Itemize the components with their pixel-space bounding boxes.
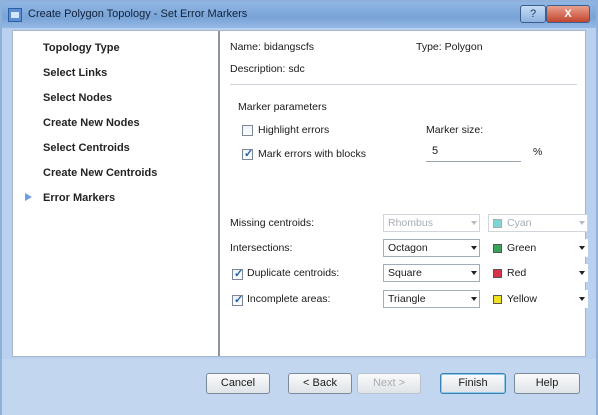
incomplete-areas-label[interactable]: Incomplete areas: [247, 293, 330, 305]
duplicate-centroids-shape-select[interactable]: Square [383, 264, 480, 282]
marker-parameters-label: Marker parameters [238, 101, 327, 113]
missing-centroids-color-value: Cyan [507, 217, 532, 229]
help-title-button[interactable]: ? [520, 5, 546, 23]
back-button[interactable]: < Back [288, 373, 352, 394]
app-icon [8, 8, 22, 22]
intersections-shape-select[interactable]: Octagon [383, 239, 480, 257]
description-info: Description: sdc [230, 63, 305, 75]
incomplete-areas-checkbox[interactable] [232, 293, 243, 306]
finish-button[interactable]: Finish [440, 373, 506, 394]
highlight-errors-checkbox[interactable] [242, 125, 253, 136]
step-select-centroids[interactable]: Select Centroids [43, 142, 130, 154]
help-button[interactable]: Help [514, 373, 580, 394]
step-topology-type[interactable]: Topology Type [43, 42, 120, 54]
step-select-nodes[interactable]: Select Nodes [43, 92, 112, 104]
separator [230, 84, 577, 85]
steps-list: Topology Type Select Links Select Nodes … [13, 31, 218, 356]
close-button[interactable]: X [546, 5, 590, 23]
marker-size-label: Marker size: [426, 124, 484, 136]
marker-size-value[interactable]: 5 [432, 145, 438, 157]
cyan-swatch-icon [493, 219, 502, 228]
duplicate-centroids-checkbox[interactable] [232, 267, 243, 280]
step-error-markers[interactable]: Error Markers [43, 192, 115, 204]
current-step-arrow-icon [25, 193, 32, 201]
intersections-color-select[interactable]: Green [488, 239, 588, 257]
duplicate-centroids-label[interactable]: Duplicate centroids: [247, 267, 339, 279]
incomplete-areas-shape-select[interactable]: Triangle [383, 290, 480, 308]
incomplete-areas-color-select[interactable]: Yellow [488, 290, 588, 308]
step-create-new-nodes[interactable]: Create New Nodes [43, 117, 140, 129]
cancel-button[interactable]: Cancel [206, 373, 270, 394]
wizard-content: Topology Type Select Links Select Nodes … [12, 30, 588, 357]
marker-size-underline [426, 161, 521, 162]
name-info: Name: bidangscfs [230, 41, 315, 53]
chevron-down-icon [471, 221, 477, 225]
type-info: Type: Polygon [416, 41, 483, 53]
chevron-down-icon [579, 271, 585, 275]
chevron-down-icon [471, 297, 477, 301]
next-button[interactable]: Next > [357, 373, 421, 394]
incomplete-areas-color-value: Yellow [507, 293, 537, 305]
duplicate-centroids-shape-value: Square [388, 267, 422, 279]
chevron-down-icon [579, 246, 585, 250]
red-swatch-icon [493, 269, 502, 278]
green-swatch-icon [493, 244, 502, 253]
chevron-down-icon [579, 297, 585, 301]
duplicate-centroids-color-select[interactable]: Red [488, 264, 588, 282]
chevron-down-icon [579, 221, 585, 225]
duplicate-centroids-color-value: Red [507, 267, 527, 279]
chevron-down-icon [471, 271, 477, 275]
title-bar[interactable]: Create Polygon Topology - Set Error Mark… [2, 2, 596, 28]
missing-centroids-color-select[interactable]: Cyan [488, 214, 588, 232]
settings-panel: Name: bidangscfs Type: Polygon Descripti… [220, 31, 588, 356]
intersections-shape-value: Octagon [388, 242, 428, 254]
marker-size-unit: % [533, 146, 543, 158]
missing-centroids-shape-value: Rhombus [388, 217, 433, 229]
yellow-swatch-icon [493, 295, 502, 304]
intersections-label: Intersections: [230, 242, 293, 254]
incomplete-areas-shape-value: Triangle [388, 293, 426, 305]
highlight-errors-label[interactable]: Highlight errors [258, 124, 329, 136]
window-title: Create Polygon Topology - Set Error Mark… [28, 8, 248, 20]
missing-centroids-label: Missing centroids: [230, 217, 315, 229]
missing-centroids-shape-select[interactable]: Rhombus [383, 214, 480, 232]
mark-with-blocks-checkbox[interactable] [242, 147, 253, 160]
chevron-down-icon [471, 246, 477, 250]
step-create-new-centroids[interactable]: Create New Centroids [43, 167, 157, 179]
intersections-color-value: Green [507, 242, 537, 254]
dialog-window: Create Polygon Topology - Set Error Mark… [0, 0, 598, 415]
button-bar: Cancel < Back Next > Finish Help [2, 359, 596, 415]
mark-with-blocks-label[interactable]: Mark errors with blocks [258, 148, 366, 160]
step-select-links[interactable]: Select Links [43, 67, 107, 79]
